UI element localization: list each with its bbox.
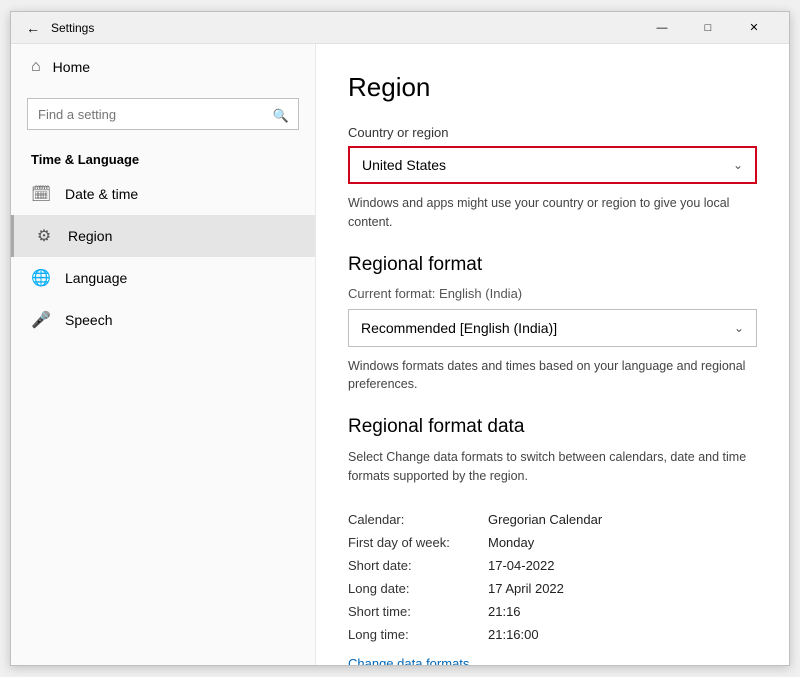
sidebar-item-speech[interactable]: 🎤 Speech [11,299,315,341]
regional-format-dropdown[interactable]: Recommended [English (India)] ⌄ [348,309,757,347]
table-row: Short date: 17-04-2022 [348,554,757,577]
sidebar-section-title: Time & Language [11,142,315,173]
sidebar-item-language-label: Language [65,270,127,286]
table-cell-key: Long time: [348,623,488,646]
table-cell-key: Calendar: [348,508,488,531]
search-input[interactable] [27,98,299,130]
table-cell-value: Gregorian Calendar [488,508,757,531]
sidebar-item-date-time-label: Date & time [65,186,138,202]
country-dropdown-value: United States [362,157,446,173]
sidebar-home-item[interactable]: ⌂ Home [11,44,315,90]
table-cell-value: Monday [488,531,757,554]
table-cell-key: First day of week: [348,531,488,554]
title-bar: ← Settings — □ ✕ [11,12,789,44]
table-row: Long time: 21:16:00 [348,623,757,646]
table-cell-key: Short time: [348,600,488,623]
content-area: ⌂ Home 🔍 Time & Language 🗓 Date & time ⚙… [11,44,789,665]
regional-format-data-heading: Regional format data [348,416,757,438]
table-cell-key: Long date: [348,577,488,600]
regional-format-value: Recommended [English (India)] [361,320,557,336]
table-cell-value: 21:16:00 [488,623,757,646]
settings-window: ← Settings — □ ✕ ⌂ Home 🔍 Time & Languag… [10,11,790,666]
table-cell-value: 21:16 [488,600,757,623]
sidebar-item-region-label: Region [68,228,112,244]
table-row: Calendar: Gregorian Calendar [348,508,757,531]
table-cell-key: Short date: [348,554,488,577]
sidebar-item-region[interactable]: ⚙ Region [11,215,315,257]
region-icon: ⚙ [34,226,54,246]
country-dropdown-chevron: ⌄ [733,158,743,172]
table-cell-value: 17-04-2022 [488,554,757,577]
table-row: Long date: 17 April 2022 [348,577,757,600]
page-title: Region [348,72,757,103]
table-row: First day of week: Monday [348,531,757,554]
close-button[interactable]: ✕ [731,12,777,44]
current-format-label: Current format: English (India) [348,286,757,301]
country-hint: Windows and apps might use your country … [348,194,757,232]
search-container: 🔍 [11,90,315,142]
regional-format-data-hint: Select Change data formats to switch bet… [348,448,757,486]
main-content: Region Country or region United States ⌄… [316,44,789,665]
regional-format-hint: Windows formats dates and times based on… [348,357,757,395]
date-time-icon: 🗓 [31,184,51,204]
home-label: Home [53,59,90,75]
sidebar-item-language[interactable]: 🌐 Language [11,257,315,299]
minimize-button[interactable]: — [639,12,685,44]
home-icon: ⌂ [31,58,41,76]
regional-format-chevron: ⌄ [734,321,744,335]
language-icon: 🌐 [31,268,51,288]
window-title: Settings [51,21,639,35]
regional-data-table: Calendar: Gregorian Calendar First day o… [348,508,757,646]
sidebar-item-speech-label: Speech [65,312,112,328]
country-section-label: Country or region [348,125,757,140]
back-button[interactable]: ← [23,18,43,38]
regional-format-heading: Regional format [348,254,757,276]
table-row: Short time: 21:16 [348,600,757,623]
speech-icon: 🎤 [31,310,51,330]
search-button[interactable]: 🔍 [269,104,293,128]
maximize-button[interactable]: □ [685,12,731,44]
country-dropdown[interactable]: United States ⌄ [348,146,757,184]
sidebar: ⌂ Home 🔍 Time & Language 🗓 Date & time ⚙… [11,44,316,665]
sidebar-item-date-time[interactable]: 🗓 Date & time [11,173,315,215]
table-cell-value: 17 April 2022 [488,577,757,600]
window-controls: — □ ✕ [639,12,777,44]
change-data-formats-link[interactable]: Change data formats [348,656,469,666]
